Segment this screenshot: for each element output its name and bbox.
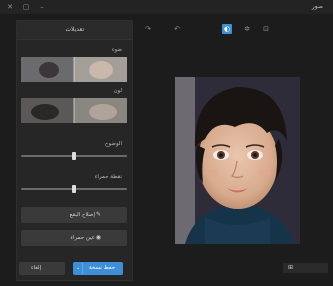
adjust-icon[interactable]: ◐: [222, 24, 232, 34]
red-eye-label: عين حمراء: [70, 235, 95, 241]
filter-icon[interactable]: ✲: [242, 24, 252, 34]
panel-title: تعديلات: [65, 26, 84, 33]
undo-icon[interactable]: ↶: [172, 24, 182, 34]
red-eye-button[interactable]: ◉ عين حمراء: [21, 230, 127, 246]
color-preview-image: [21, 98, 127, 123]
vignette-slider-handle[interactable]: [72, 185, 76, 193]
light-preview-image: [21, 57, 127, 82]
contrast-slider[interactable]: [21, 152, 127, 160]
cancel-label: إلغاء: [31, 265, 42, 271]
light-preview-thumbnail[interactable]: [21, 57, 127, 82]
red-eye-icon: ◉: [95, 234, 101, 241]
color-preview-thumbnail[interactable]: [21, 98, 127, 123]
spot-fix-button[interactable]: ✎ إصلاح البقع: [21, 207, 127, 223]
close-icon[interactable]: ✕: [6, 3, 14, 11]
portrait-photo: [175, 77, 300, 244]
save-copy-button[interactable]: ⌄ حفظ نسخة: [73, 262, 123, 275]
zoom-control[interactable]: ⊞: [283, 263, 328, 273]
chevron-down-icon[interactable]: ⌄: [74, 263, 83, 274]
color-section-label: لون: [113, 88, 122, 94]
spot-fix-label: إصلاح البقع: [69, 212, 95, 218]
photo-editor-window: ✕ ▢ – صور ↷ ↶ ◐ ✲ ⊡ تعديلات ضوء لون الوض…: [0, 0, 333, 286]
vignette-slider[interactable]: [21, 185, 127, 193]
spot-fix-icon: ✎: [95, 211, 101, 218]
contrast-label: الوضوح: [104, 141, 122, 147]
adjustments-panel: تعديلات ضوء لون الوضوح نقطة حمراء ✎ إصلا…: [16, 20, 133, 281]
zoom-icon: ⊞: [288, 264, 294, 271]
crop-icon[interactable]: ⊡: [261, 24, 271, 34]
title-bar: ✕ ▢ – صور: [0, 0, 333, 14]
cancel-button[interactable]: إلغاء: [19, 262, 65, 275]
panel-header: تعديلات: [17, 21, 132, 40]
minimize-icon[interactable]: –: [38, 3, 46, 11]
photo-canvas[interactable]: [175, 77, 300, 244]
vignette-label: نقطة حمراء: [94, 174, 122, 180]
maximize-icon[interactable]: ▢: [22, 3, 30, 11]
window-title: صور: [311, 3, 323, 10]
contrast-slider-handle[interactable]: [72, 152, 76, 160]
light-section-label: ضوء: [111, 47, 122, 53]
save-copy-label: حفظ نسخة: [89, 265, 116, 271]
redo-icon[interactable]: ↷: [143, 24, 153, 34]
